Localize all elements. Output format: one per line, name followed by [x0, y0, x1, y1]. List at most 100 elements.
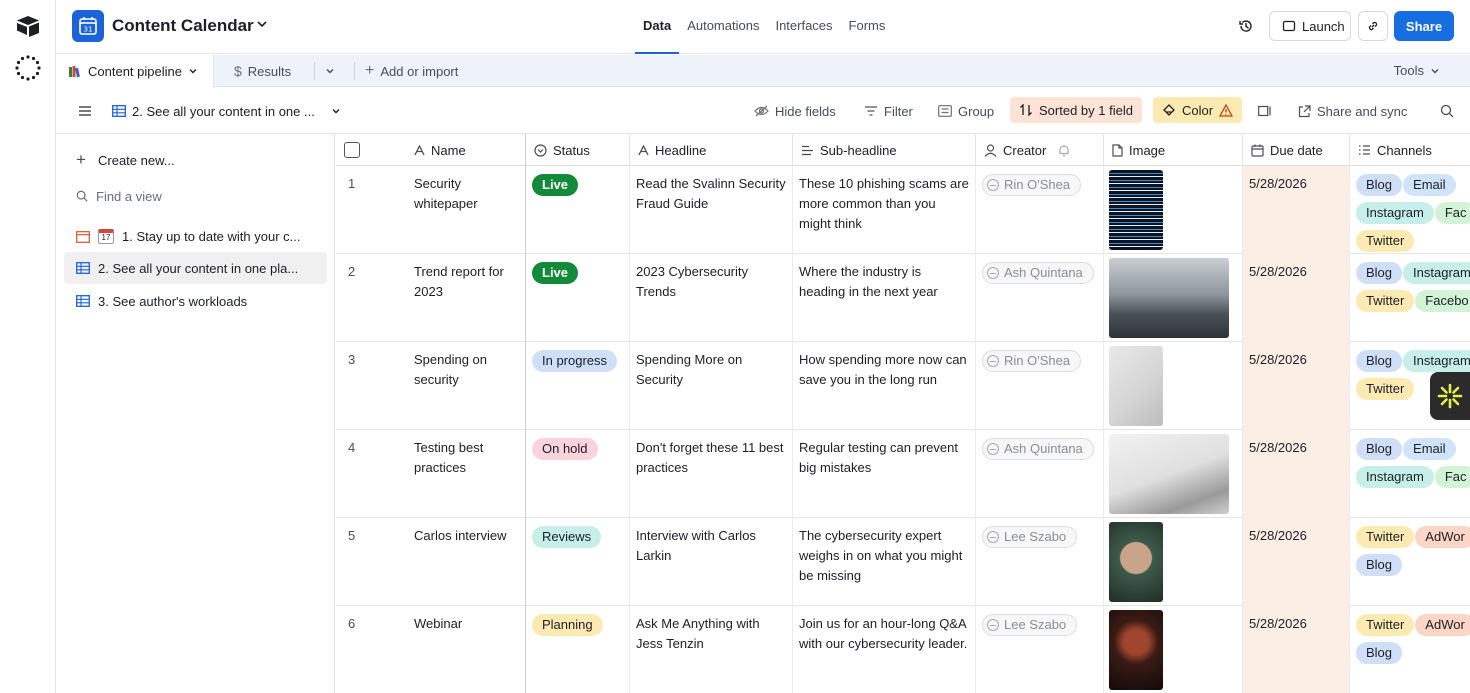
cell-image[interactable]	[1104, 166, 1243, 254]
image-thumbnail[interactable]	[1109, 434, 1229, 514]
hide-fields-button[interactable]: Hide fields	[754, 88, 836, 134]
table-row[interactable]: 3 Spending on security In progress Spending…	[336, 342, 1470, 430]
sort-button[interactable]: Sorted by 1 field	[1010, 97, 1142, 123]
cell-headline[interactable]: Ask Me Anything with Jess Tenzin	[630, 606, 793, 693]
base-title[interactable]: Content Calendar	[112, 16, 254, 36]
cell-sub-headline[interactable]: These 10 phishing scams are more common …	[793, 166, 976, 254]
cell-channels[interactable]: Blog Email Instagram Fac	[1350, 430, 1470, 518]
column-header-creator[interactable]: Creator	[976, 134, 1104, 166]
more-tables-dropdown[interactable]	[314, 62, 335, 80]
cell-image[interactable]	[1104, 342, 1243, 430]
cell-creator[interactable]: Lee Szabo	[976, 606, 1104, 693]
cell-creator[interactable]: Rin O'Shea	[976, 166, 1104, 254]
cell-status[interactable]: On hold	[526, 430, 630, 518]
table-row[interactable]: 2 Trend report for 2023 Live 2023 Cybersecu…	[336, 254, 1470, 342]
tab-forms[interactable]: Forms	[841, 0, 894, 54]
tab-data[interactable]: Data	[635, 0, 680, 54]
cell-headline[interactable]: Interview with Carlos Larkin	[630, 518, 793, 606]
toggle-sidebar-button[interactable]	[78, 88, 92, 134]
cell-sub-headline[interactable]: The cybersecurity expert weighs in on wh…	[793, 518, 976, 606]
column-header-sub-headline[interactable]: Sub-headline	[793, 134, 976, 166]
cell-due-date[interactable]: 5/28/2026	[1243, 342, 1350, 430]
column-header-image[interactable]: Image	[1104, 134, 1243, 166]
select-all-checkbox[interactable]	[344, 142, 360, 158]
table-row[interactable]: 4 Testing best practices On hold Don't forg…	[336, 430, 1470, 518]
add-or-import-button[interactable]: + Add or import	[354, 62, 458, 80]
search-button[interactable]	[1440, 88, 1454, 134]
image-thumbnail[interactable]	[1109, 170, 1163, 250]
cell-image[interactable]	[1104, 606, 1243, 693]
share-button[interactable]: Share	[1394, 11, 1454, 41]
table-row[interactable]: 6 Webinar Planning Ask Me Anything with Jes…	[336, 606, 1470, 693]
cell-headline[interactable]: Read the Svalinn Security Fraud Guide	[630, 166, 793, 254]
cell-name[interactable]: Testing best practices	[408, 430, 526, 518]
cell-due-date[interactable]: 5/28/2026	[1243, 254, 1350, 342]
cell-name[interactable]: Trend report for 2023	[408, 254, 526, 342]
chevron-down-icon[interactable]	[256, 18, 268, 30]
cell-channels[interactable]: Blog Instagram Twitter Facebo	[1350, 254, 1470, 342]
table-row[interactable]: 1 Security whitepaper Live Read the Svalinn…	[336, 166, 1470, 254]
color-button[interactable]: Color	[1153, 97, 1243, 123]
column-header-headline[interactable]: Headline	[630, 134, 793, 166]
cell-due-date[interactable]: 5/28/2026	[1243, 166, 1350, 254]
filter-button[interactable]: Filter	[864, 88, 913, 134]
tab-interfaces[interactable]: Interfaces	[767, 0, 840, 54]
table-tab-results[interactable]: $ Results	[234, 55, 291, 87]
cell-sub-headline[interactable]: Join us for an hour-long Q&A with our cy…	[793, 606, 976, 693]
cell-creator[interactable]: Lee Szabo	[976, 518, 1104, 606]
image-thumbnail[interactable]	[1109, 610, 1163, 690]
cell-status[interactable]: In progress	[526, 342, 630, 430]
share-and-sync-button[interactable]: Share and sync	[1298, 88, 1407, 134]
column-header-due-date[interactable]: Due date	[1243, 134, 1350, 166]
view-switcher[interactable]: 2. See all your content in one ...	[112, 88, 341, 134]
copy-link-button[interactable]	[1358, 11, 1388, 41]
airtable-logo-icon[interactable]	[16, 15, 40, 37]
cell-due-date[interactable]: 5/28/2026	[1243, 606, 1350, 693]
cell-status[interactable]: Live	[526, 166, 630, 254]
cell-name[interactable]: Spending on security	[408, 342, 526, 430]
create-new-view-button[interactable]: + Create new...	[64, 144, 327, 176]
cell-creator[interactable]: Rin O'Shea	[976, 342, 1104, 430]
cell-image[interactable]	[1104, 518, 1243, 606]
group-button[interactable]: Group	[938, 88, 994, 134]
cell-status[interactable]: Planning	[526, 606, 630, 693]
sidebar-view-item-1[interactable]: 17 1. Stay up to date with your c...	[64, 220, 327, 252]
column-header-name[interactable]: Name	[414, 143, 466, 158]
cell-sub-headline[interactable]: How spending more now can save you in th…	[793, 342, 976, 430]
cell-name[interactable]: Security whitepaper	[408, 166, 526, 254]
image-thumbnail[interactable]	[1109, 346, 1163, 426]
find-view-input[interactable]: Find a view	[64, 180, 327, 212]
cell-sub-headline[interactable]: Regular testing can prevent big mistakes	[793, 430, 976, 518]
table-tab-content-pipeline[interactable]: Content pipeline	[56, 55, 214, 87]
column-header-status[interactable]: Status	[526, 134, 630, 166]
tools-menu[interactable]: Tools	[1394, 63, 1440, 78]
table-row[interactable]: 5 Carlos interview Reviews Interview with C…	[336, 518, 1470, 606]
cell-name[interactable]: Webinar	[408, 606, 526, 693]
history-icon[interactable]	[1238, 18, 1254, 34]
launch-button[interactable]: Launch	[1269, 11, 1351, 41]
cell-status[interactable]: Reviews	[526, 518, 630, 606]
cell-channels[interactable]: Twitter AdWor Blog	[1350, 518, 1470, 606]
help-assistant-button[interactable]	[1430, 372, 1470, 420]
tab-automations[interactable]: Automations	[679, 0, 767, 54]
cell-sub-headline[interactable]: Where the industry is heading in the nex…	[793, 254, 976, 342]
cell-image[interactable]	[1104, 254, 1243, 342]
cell-name[interactable]: Carlos interview	[408, 518, 526, 606]
image-thumbnail[interactable]	[1109, 258, 1229, 338]
cell-creator[interactable]: Ash Quintana	[976, 254, 1104, 342]
row-height-button[interactable]	[1258, 88, 1272, 134]
cell-creator[interactable]: Ash Quintana	[976, 430, 1104, 518]
base-calendar-icon[interactable]: 31	[72, 10, 104, 42]
cell-image[interactable]	[1104, 430, 1243, 518]
cell-due-date[interactable]: 5/28/2026	[1243, 518, 1350, 606]
sidebar-view-item-2[interactable]: 2. See all your content in one pla...	[64, 252, 327, 284]
cell-headline[interactable]: Spending More on Security	[630, 342, 793, 430]
image-thumbnail[interactable]	[1109, 522, 1163, 602]
column-header-channels[interactable]: Channels	[1350, 134, 1470, 166]
cell-due-date[interactable]: 5/28/2026	[1243, 430, 1350, 518]
cell-channels[interactable]: Twitter AdWor Blog	[1350, 606, 1470, 693]
cell-status[interactable]: Live	[526, 254, 630, 342]
cell-headline[interactable]: Don't forget these 11 best practices	[630, 430, 793, 518]
cell-headline[interactable]: 2023 Cybersecurity Trends	[630, 254, 793, 342]
cell-channels[interactable]: Blog Email Instagram Fac Twitter	[1350, 166, 1470, 254]
